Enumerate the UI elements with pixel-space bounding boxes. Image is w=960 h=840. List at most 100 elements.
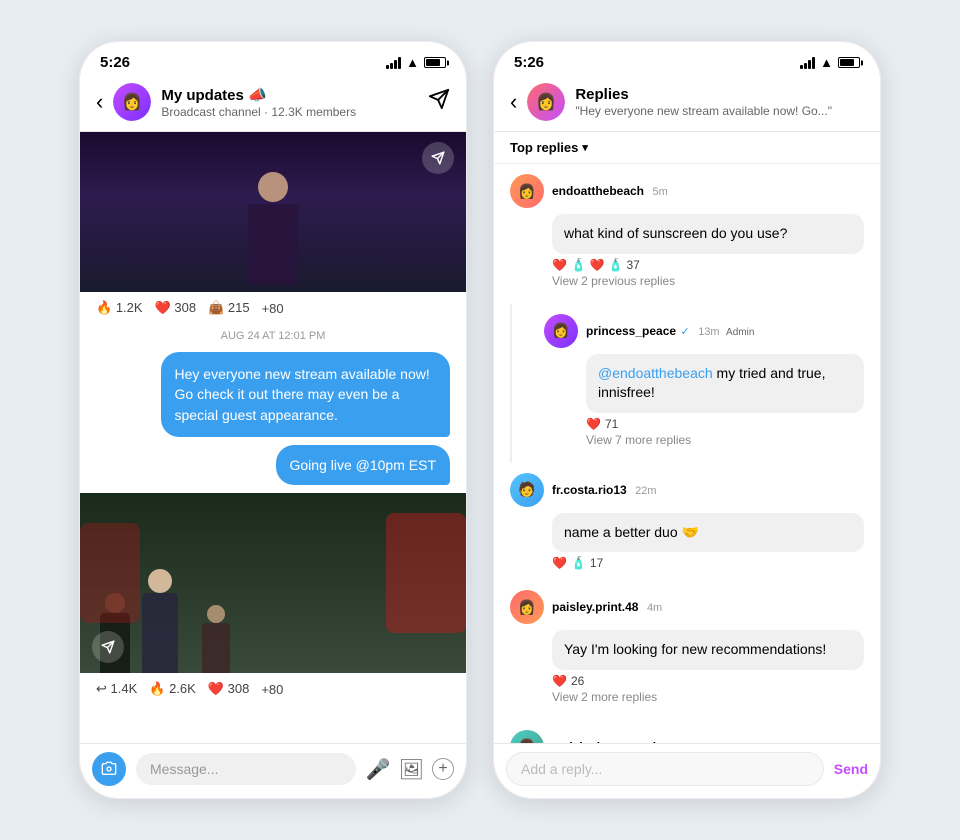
replies-area: 👩 endoatthebeach 5m what kind of sunscre… [494,164,880,743]
heart-stat: ❤️ 308 [155,300,197,316]
admin-badge-2: Admin [726,327,754,338]
post1-share-overlay[interactable] [422,142,454,174]
input-icons: 🎤 🖼 + [366,757,454,782]
view-more-4[interactable]: View 2 more replies [510,688,864,710]
right-battery-icon [838,57,860,68]
channel-name: My updates 📣 [161,86,418,104]
reply-avatar-2: 👩 [544,314,578,348]
right-header-info: Replies "Hey everyone new stream availab… [575,86,864,118]
replies-input-area: Add a reply... Send [494,743,880,798]
fire-stat2: 🔥 2.6K [149,681,196,697]
view-more-1[interactable]: View 2 previous replies [510,272,864,294]
verified-icon-2: ✓ [681,326,690,338]
reply-user-row-1: 👩 endoatthebeach 5m [510,174,864,208]
post2-share-overlay[interactable] [92,631,124,663]
reply-reactions-1: ❤️ 🧴 ❤️ 🧴 37 [552,258,864,272]
reply-avatar-3: 🧑 [510,473,544,507]
plus-icon[interactable]: + [432,758,454,780]
reply-item-5: 👩 meisha.learns.makeup 18m rip to my wal… [494,720,880,743]
reaction-icon-1[interactable]: ❤️ [552,258,567,272]
reply-item-4: 👩 paisley.print.48 4m Yay I'm looking fo… [494,580,880,720]
reaction-count-4: 26 [571,674,584,688]
plus-stat2: +80 [261,682,283,697]
left-status-icons: ▲ [386,55,446,70]
replies-title: Replies [575,86,864,103]
reply-reactions-4: ❤️ 26 [552,674,864,688]
reply-item-1: 👩 endoatthebeach 5m what kind of sunscre… [494,164,880,304]
reply-avatar-4: 👩 [510,590,544,624]
reaction-icon-3: 🧴 [571,556,586,570]
reply-username-2: princess_peace [586,324,676,338]
reply-username-4: paisley.print.48 [552,600,638,614]
right-phone: 5:26 ▲ ‹ 👩 [492,40,882,800]
reply-bubble-4: Yay I'm looking for new recommendations! [552,630,864,670]
reply-reactions-2: ❤️ 71 [586,417,864,431]
right-time: 5:26 [514,54,544,71]
reply-item-2: 👩 princess_peace ✓ 13m Admin @endoattheb… [510,304,880,463]
right-back-button[interactable]: ‹ [510,91,517,113]
left-input-area: Message... 🎤 🖼 + [80,743,466,798]
reaction-heart-2[interactable]: ❤️ [586,417,601,431]
right-wifi-icon: ▲ [820,55,833,70]
top-replies-label: Top replies [510,140,578,155]
right-status-icons: ▲ [800,55,860,70]
reply-bubble-2: @endoatthebeach my tried and true, innis… [586,354,864,413]
message-input[interactable]: Message... [136,753,356,785]
mic-icon[interactable]: 🎤 [366,757,391,782]
reaction-count-1: ❤️ 🧴 37 [590,258,640,272]
bag-stat: 👜 215 [208,300,250,316]
reply-username-3: fr.costa.rio13 [552,483,627,497]
replies-avatar: 👩 [527,83,565,121]
left-status-bar: 5:26 ▲ [80,42,466,75]
reply-user-row-4: 👩 paisley.print.48 4m [510,590,864,624]
reply-username-1: endoatthebeach [552,184,644,198]
reply-bubble-1: what kind of sunscreen do you use? [552,214,864,254]
right-status-bar: 5:26 ▲ [494,42,880,75]
left-header-info: My updates 📣 Broadcast channel · 12.3K m… [161,86,418,119]
reply-input[interactable]: Add a reply... [506,752,824,786]
reply-mention-2: @endoatthebeach [598,365,713,381]
left-send-icon[interactable] [428,88,450,116]
view-more-2[interactable]: View 7 more replies [544,431,864,453]
reaction-icon-2: 🧴 [571,258,586,272]
signal-icon [386,57,401,69]
reply-content-2: princess_peace ✓ 13m Admin [586,322,864,340]
channel-avatar: 👩 [113,83,151,121]
post1-image [80,132,466,292]
reaction-count-3: 17 [590,556,603,570]
send-button[interactable]: Send [834,761,868,777]
reply-time-3: 22m [635,485,656,497]
post1-stats: 🔥 1.2K ❤️ 308 👜 215 +80 [80,292,466,324]
reply-time-1: 5m [652,186,667,198]
left-chat-header: ‹ 👩 My updates 📣 Broadcast channel · 12.… [80,75,466,132]
right-header-avatar: 👩 [527,83,565,121]
phones-container: 5:26 ▲ ‹ 👩 [38,0,922,840]
right-signal-icon [800,57,815,69]
left-time: 5:26 [100,54,130,71]
message-bubble-2: Going live @10pm EST [276,445,451,485]
reply-bubble-3: name a better duo 🤝 [552,513,864,553]
reply-avatar-1: 👩 [510,174,544,208]
battery-icon [424,57,446,68]
left-header-avatar: 👩 [113,83,151,121]
reply-item-3: 🧑 fr.costa.rio13 22m name a better duo 🤝… [494,463,880,581]
reply-user-row-5: 👩 meisha.learns.makeup 18m [510,730,864,743]
reaction-heart-3[interactable]: ❤️ [552,556,567,570]
reply-time-4: 4m [647,602,662,614]
replies-subtitle: "Hey everyone new stream available now! … [575,104,864,118]
reply-time-2: 13m [698,326,719,338]
message-bubble-1: Hey everyone new stream available now! G… [161,352,451,437]
reply-content-1: endoatthebeach 5m [552,182,864,200]
left-back-button[interactable]: ‹ [96,91,103,113]
wifi-icon: ▲ [406,55,419,70]
post2-stats: ↩ 1.4K 🔥 2.6K ❤️ 308 +80 [80,673,466,705]
reply-stat: ↩ 1.4K [96,681,137,697]
top-replies-bar: Top replies ▾ [494,132,880,164]
chevron-down-icon[interactable]: ▾ [582,141,588,154]
camera-button[interactable] [92,752,126,786]
gallery-icon[interactable]: 🖼 [399,757,424,782]
reaction-heart-4[interactable]: ❤️ [552,674,567,688]
reaction-count-2: 71 [605,417,618,431]
channel-subtitle: Broadcast channel · 12.3K members [161,105,418,119]
reply-avatar-5: 👩 [510,730,544,743]
